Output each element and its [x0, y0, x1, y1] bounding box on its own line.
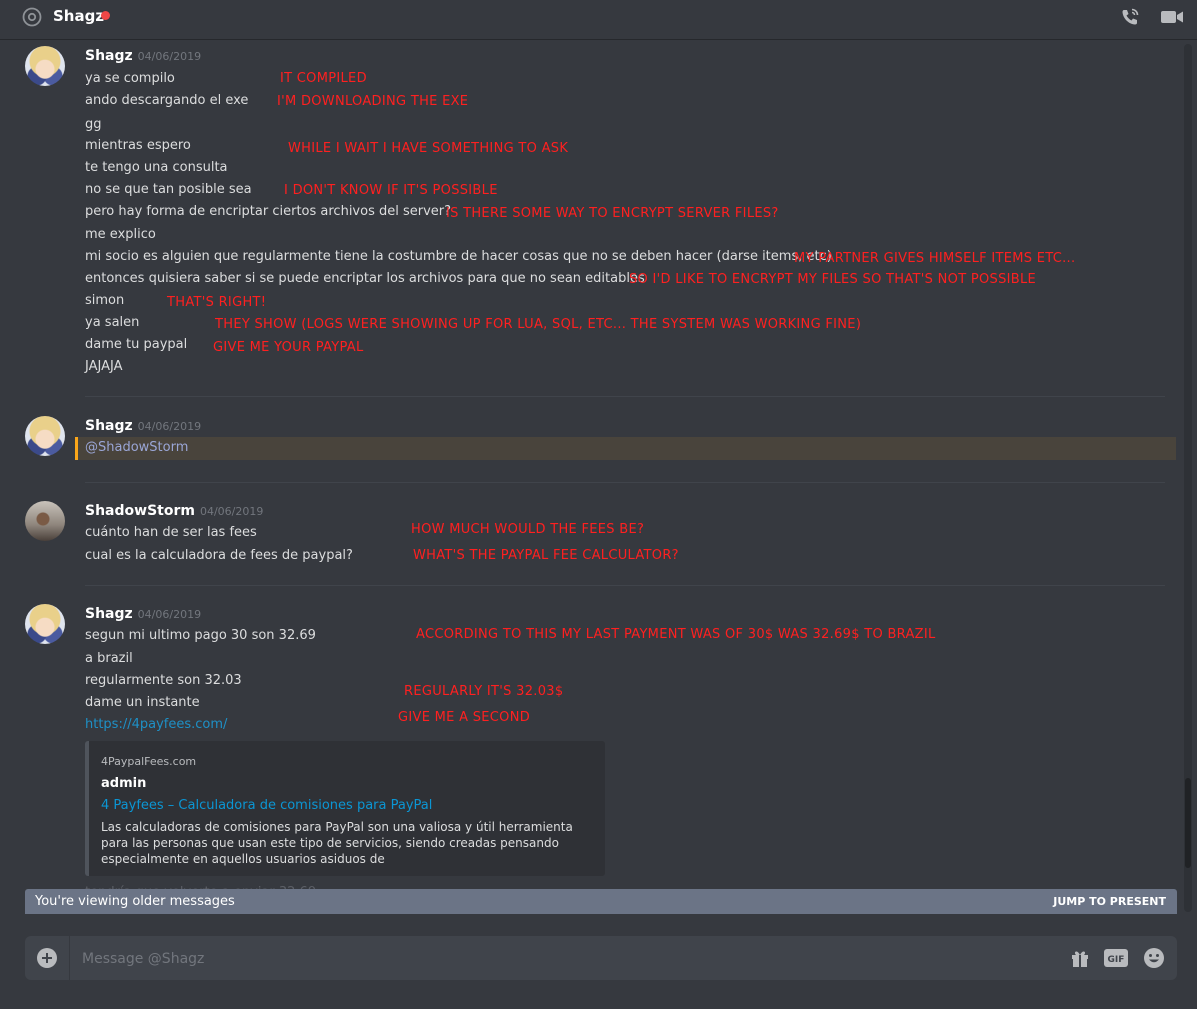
composer-separator	[69, 936, 70, 980]
emoji-icon[interactable]	[1143, 947, 1165, 969]
translation-annotation: IT COMPILED	[280, 71, 367, 86]
mention-highlight	[75, 437, 1176, 460]
translation-annotation: ACCORDING TO THIS MY LAST PAYMENT WAS OF…	[416, 627, 936, 642]
message-line: no se que tan posible sea	[85, 182, 252, 197]
message-author[interactable]: ShadowStorm 04/06/2019	[85, 503, 263, 519]
message-timestamp: 04/06/2019	[137, 50, 202, 63]
translation-annotation: SO I'D LIKE TO ENCRYPT MY FILES SO THAT'…	[629, 272, 1037, 287]
embed-description: Las calculadoras de comisiones para PayP…	[101, 820, 573, 866]
message-line: pero hay forma de encriptar ciertos arch…	[85, 204, 452, 219]
older-messages-text: You're viewing older messages	[35, 894, 235, 909]
translation-annotation: I DON'T KNOW IF IT'S POSSIBLE	[284, 183, 498, 198]
message-timestamp: 04/06/2019	[199, 505, 264, 518]
translation-annotation: HOW MUCH WOULD THE FEES BE?	[411, 522, 645, 537]
older-messages-bar: You're viewing older messages JUMP TO PR…	[25, 889, 1177, 914]
translation-annotation: WHILE I WAIT I HAVE SOMETHING TO ASK	[288, 141, 569, 156]
gift-icon[interactable]	[1070, 948, 1090, 968]
message-line: ando descargando el exe	[85, 93, 249, 108]
gif-icon[interactable]: GIF	[1104, 949, 1128, 967]
status-dot-icon	[101, 11, 110, 20]
embed-author[interactable]: admin	[101, 776, 146, 791]
embed-provider[interactable]: 4PaypalFees.com	[101, 755, 196, 768]
message-line: a brazil	[85, 651, 133, 666]
translation-annotation: GIVE ME YOUR PAYPAL	[213, 340, 364, 355]
message-line: mientras espero	[85, 138, 191, 153]
message-link[interactable]: https://4payfees.com/	[85, 717, 227, 732]
message-line: simon	[85, 293, 125, 308]
message-line: ya salen	[85, 315, 140, 330]
translation-annotation: WHAT'S THE PAYPAL FEE CALCULATOR?	[413, 548, 679, 563]
message-author[interactable]: Shagz 04/06/2019	[85, 606, 201, 622]
translation-annotation: REGULARLY IT'S 32.03$	[404, 684, 564, 699]
message-line: cuánto han de ser las fees	[85, 525, 257, 540]
user-mention[interactable]: @ShadowStorm	[85, 440, 188, 455]
embed-title-link[interactable]: 4 Payfees – Calculadora de comisiones pa…	[101, 798, 432, 813]
at-icon	[22, 7, 42, 27]
translation-annotation: THAT'S RIGHT!	[167, 295, 267, 310]
message-line: dame un instante	[85, 695, 200, 710]
message-line: entonces quisiera saber si se puede encr…	[85, 271, 645, 286]
avatar[interactable]	[25, 46, 65, 86]
message-author[interactable]: Shagz 04/06/2019	[85, 418, 201, 434]
chat-header: Shagz	[0, 0, 1197, 40]
video-call-icon[interactable]	[1160, 9, 1184, 25]
message-author[interactable]: Shagz 04/06/2019	[85, 48, 201, 64]
message-line: JAJAJA	[85, 359, 123, 374]
link-embed: 4PaypalFees.com admin 4 Payfees – Calcul…	[85, 741, 605, 876]
message-divider	[85, 396, 1165, 397]
message-line: mi socio es alguien que regularmente tie…	[85, 249, 832, 264]
message-line: segun mi ultimo pago 30 son 32.69	[85, 628, 316, 643]
avatar[interactable]	[25, 604, 65, 644]
message-input[interactable]	[80, 948, 984, 970]
message-composer: GIF	[25, 936, 1177, 980]
scrollbar-thumb[interactable]	[1185, 778, 1191, 868]
channel-title: Shagz	[53, 7, 105, 25]
translation-annotation: THEY SHOW (LOGS WERE SHOWING UP FOR LUA,…	[215, 317, 862, 332]
message-line: ya se compilo	[85, 71, 175, 86]
message-line: dame tu paypal	[85, 337, 188, 352]
message-timestamp: 04/06/2019	[137, 608, 202, 621]
message-line: me explico	[85, 227, 156, 242]
message-divider	[85, 585, 1165, 586]
translation-annotation: MY PARTNER GIVES HIMSELF ITEMS ETC...	[794, 251, 1076, 266]
message-line: cual es la calculadora de fees de paypal…	[85, 548, 353, 563]
translation-annotation: IS THERE SOME WAY TO ENCRYPT SERVER FILE…	[446, 206, 779, 221]
add-attachment-icon[interactable]	[37, 948, 57, 968]
translation-annotation: I'M DOWNLOADING THE EXE	[277, 94, 469, 109]
message-divider	[85, 482, 1165, 483]
message-line: regularmente son 32.03	[85, 673, 242, 688]
message-line: gg	[85, 117, 102, 132]
phone-call-icon[interactable]	[1120, 7, 1140, 27]
avatar[interactable]	[25, 416, 65, 456]
message-timestamp: 04/06/2019	[137, 420, 202, 433]
avatar[interactable]	[25, 501, 65, 541]
jump-to-present-button[interactable]: JUMP TO PRESENT	[1053, 895, 1166, 908]
translation-annotation: GIVE ME A SECOND	[398, 710, 531, 725]
svg-text:GIF: GIF	[1108, 955, 1125, 965]
message-line: te tengo una consulta	[85, 160, 228, 175]
